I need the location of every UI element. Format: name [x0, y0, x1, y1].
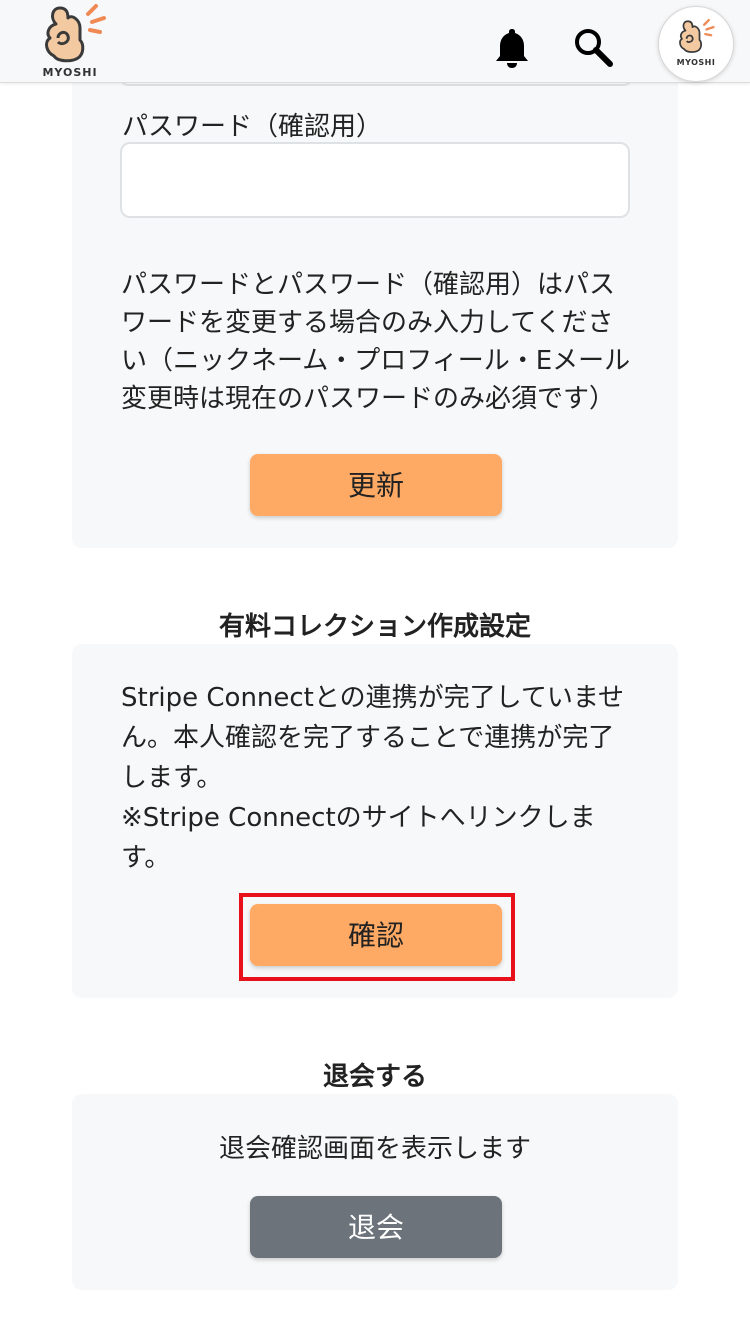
withdraw-card — [72, 1094, 678, 1290]
avatar-logo-icon — [679, 18, 715, 53]
user-avatar[interactable]: MYOSHI — [658, 6, 734, 82]
stripe-message-line: Stripe Connectとの連携が完了していません。本人確認を完了することで… — [121, 683, 625, 793]
update-button[interactable]: 更新 — [250, 454, 502, 516]
password-confirm-label: パスワード（確認用） — [122, 112, 383, 142]
myoshi-logo[interactable]: MYOSHI — [38, 4, 110, 80]
withdraw-message: 退会確認画面を表示します — [218, 1134, 531, 1164]
confirm-button-highlight — [239, 893, 515, 981]
avatar-text: MYOSHI — [676, 58, 716, 67]
withdraw-button[interactable]: 退会 — [250, 1196, 502, 1258]
withdraw-title: 退会する — [322, 1062, 427, 1092]
search-icon[interactable] — [572, 26, 614, 68]
bell-icon[interactable] — [492, 26, 532, 68]
paid-collection-title: 有料コレクション作成設定 — [218, 612, 531, 642]
thumbs-up-logo-icon — [45, 4, 106, 63]
stripe-link-note: ※Stripe Connectのサイトへリンクします。 — [121, 803, 596, 873]
logo-text: MYOSHI — [42, 66, 98, 79]
password-notice: パスワードとパスワード（確認用）はパスワードを変更する場合のみ入力してください（… — [121, 270, 631, 414]
password-confirm-input[interactable] — [120, 142, 630, 218]
stripe-connect-message: Stripe Connectとの連携が完了していません。本人確認を完了することで… — [121, 678, 626, 878]
app-header: MYOSHI MYOSHI — [0, 0, 750, 83]
